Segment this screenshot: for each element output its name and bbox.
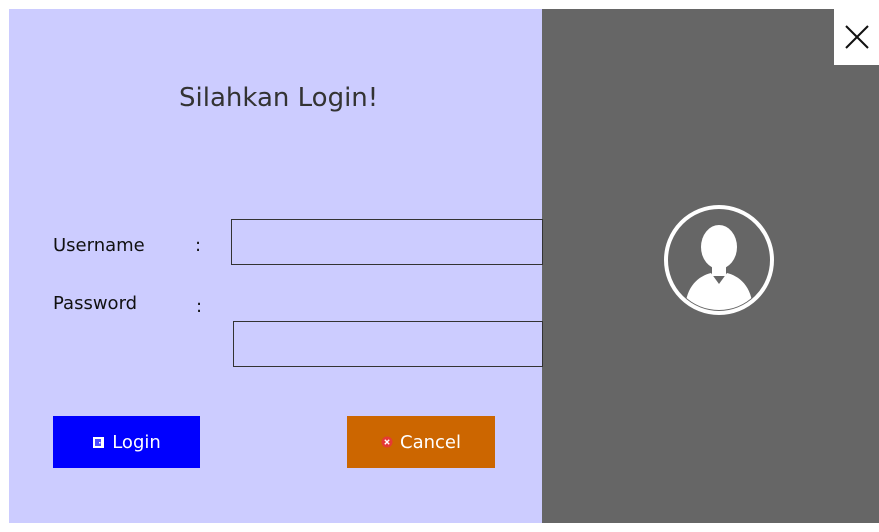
password-label: Password <box>53 293 138 314</box>
close-icon <box>844 25 869 49</box>
login-door-icon <box>92 436 105 449</box>
password-colon: : <box>196 296 203 317</box>
login-button[interactable]: Login <box>53 416 200 468</box>
page-title: Silahkan Login! <box>179 83 379 113</box>
cancel-button-label: Cancel <box>400 431 461 453</box>
username-field[interactable] <box>231 219 543 265</box>
username-colon: : <box>195 235 202 256</box>
login-button-label: Login <box>112 431 161 453</box>
user-avatar-icon <box>663 204 775 316</box>
username-label: Username <box>53 235 145 256</box>
close-button[interactable] <box>834 9 879 65</box>
cancel-x-icon <box>381 436 393 448</box>
password-field[interactable] <box>233 321 543 367</box>
cancel-button[interactable]: Cancel <box>347 416 495 468</box>
